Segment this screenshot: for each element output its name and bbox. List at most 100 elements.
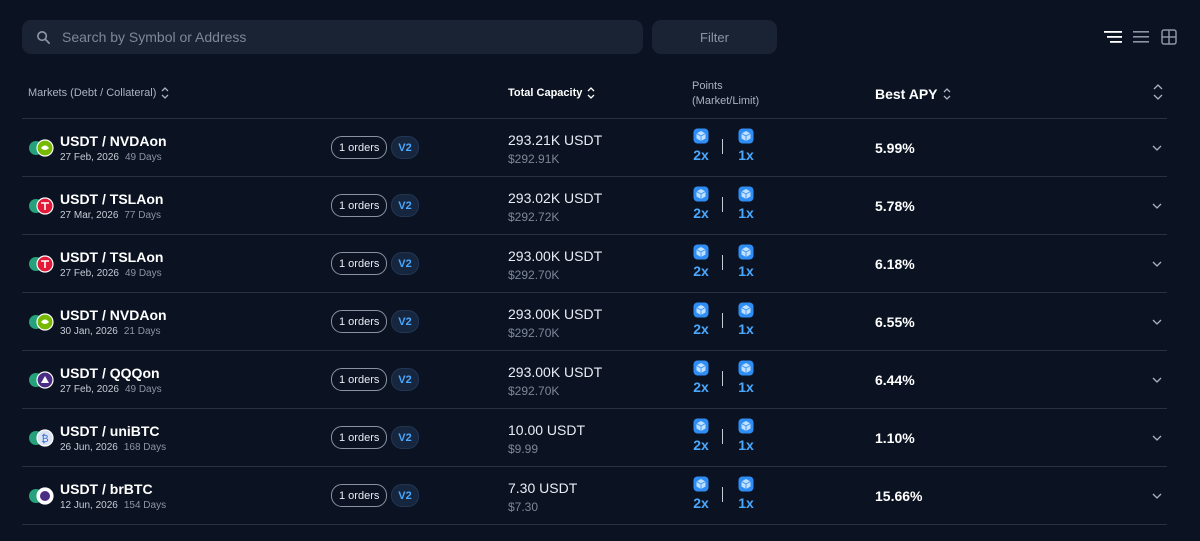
table-row[interactable]: USDT / NVDAon 30 Jan, 2026 21 Days 1 orders…: [22, 293, 1167, 351]
points-market-multiplier: 2x: [693, 495, 709, 511]
points-divider: [722, 197, 723, 212]
orders-badge[interactable]: 1 orders: [331, 252, 388, 275]
orders-badge[interactable]: 1 orders: [331, 368, 388, 391]
expand-collapse-icon: [1153, 84, 1163, 100]
capacity-usd: $292.70K: [508, 268, 560, 282]
brbtc-token-icon: [29, 487, 54, 505]
maturity-date: 30 Jan, 2026: [60, 326, 118, 337]
column-points-sublabel: (Market/Limit): [692, 95, 760, 107]
view-toggle: [1104, 28, 1178, 46]
best-apy: 6.44%: [875, 372, 915, 388]
nvidia-token-icon: [29, 313, 54, 331]
points-market-multiplier: 2x: [693, 437, 709, 453]
points-cube-icon: [693, 476, 709, 492]
points-limit-multiplier: 1x: [738, 379, 754, 395]
unibtc-token-icon: ₿: [29, 429, 54, 447]
points-limit-multiplier: 1x: [738, 437, 754, 453]
points-cube-icon: [693, 360, 709, 376]
column-markets[interactable]: Markets (Debt / Collateral): [28, 86, 169, 100]
capacity-usd: $292.91K: [508, 152, 560, 166]
orders-badge[interactable]: 1 orders: [331, 310, 388, 333]
table-row[interactable]: USDT / QQQon 27 Feb, 2026 49 Days 1 orders V…: [22, 351, 1167, 409]
chevron-down-icon[interactable]: [1151, 433, 1163, 443]
points-limit: 1x: [736, 418, 756, 453]
capacity-amount: 293.00K USDT: [508, 364, 603, 380]
search-box[interactable]: [22, 20, 643, 54]
points-limit: 1x: [736, 128, 756, 163]
points-limit: 1x: [736, 476, 756, 511]
points-market: 2x: [691, 302, 711, 337]
points-divider: [722, 139, 723, 154]
orders-badge[interactable]: 1 orders: [331, 484, 388, 507]
sort-icon: [587, 87, 595, 99]
chevron-down-icon[interactable]: [1151, 201, 1163, 211]
column-apy[interactable]: Best APY: [875, 86, 951, 102]
column-capacity[interactable]: Total Capacity: [508, 86, 595, 100]
days-remaining: 21 Days: [123, 326, 161, 337]
column-capacity-label: Total Capacity: [508, 87, 583, 99]
capacity-amount: 7.30 USDT: [508, 480, 578, 496]
days-remaining: 49 Days: [124, 384, 162, 395]
market-list: USDT / NVDAon 27 Feb, 2026 49 Days 1 orders…: [22, 119, 1167, 525]
maturity-date: 27 Mar, 2026: [60, 210, 119, 221]
best-apy: 1.10%: [875, 430, 915, 446]
orders-badge[interactable]: 1 orders: [331, 426, 388, 449]
table-row[interactable]: USDT / TSLAon 27 Mar, 2026 77 Days 1 orders…: [22, 177, 1167, 235]
orders-badge[interactable]: 1 orders: [331, 136, 388, 159]
points-limit-multiplier: 1x: [738, 263, 754, 279]
points-market-multiplier: 2x: [693, 205, 709, 221]
grid-icon[interactable]: [1160, 28, 1178, 46]
table-row[interactable]: ₿ USDT / uniBTC 26 Jun, 2026 168 Days 1 orde…: [22, 409, 1167, 467]
maturity-info: 27 Feb, 2026 49 Days: [60, 384, 162, 395]
points-cube-icon: [693, 128, 709, 144]
days-remaining: 49 Days: [124, 152, 162, 163]
filter-button[interactable]: Filter: [652, 20, 777, 54]
maturity-date: 27 Feb, 2026: [60, 152, 119, 163]
best-apy: 15.66%: [875, 488, 923, 504]
table-row[interactable]: USDT / TSLAon 27 Feb, 2026 49 Days 1 orders…: [22, 235, 1167, 293]
chevron-down-icon[interactable]: [1151, 317, 1163, 327]
sort-icon: [943, 88, 950, 100]
chevron-down-icon[interactable]: [1151, 143, 1163, 153]
column-points: Points (Market/Limit): [692, 79, 759, 109]
points-divider: [722, 255, 723, 270]
version-badge: V2: [391, 310, 419, 333]
points-cube-icon: [693, 302, 709, 318]
orders-badge[interactable]: 1 orders: [331, 194, 388, 217]
expand-all-button[interactable]: [1152, 82, 1164, 102]
chevron-down-icon[interactable]: [1151, 259, 1163, 269]
version-badge: V2: [391, 252, 419, 275]
table-header: Markets (Debt / Collateral) Total Capaci…: [22, 76, 1167, 119]
capacity-amount: 293.21K USDT: [508, 132, 603, 148]
chevron-down-icon[interactable]: [1151, 375, 1163, 385]
list-compact-icon[interactable]: [1132, 28, 1150, 46]
chevron-down-icon[interactable]: [1151, 491, 1163, 501]
points-market: 2x: [691, 244, 711, 279]
points-limit: 1x: [736, 302, 756, 337]
capacity-usd: $292.72K: [508, 210, 560, 224]
days-remaining: 168 Days: [123, 442, 167, 453]
points-market: 2x: [691, 128, 711, 163]
points-limit-multiplier: 1x: [738, 147, 754, 163]
toolbar: Filter: [22, 20, 1178, 54]
days-remaining: 77 Days: [124, 210, 162, 221]
market-pair: USDT / NVDAon: [60, 133, 167, 149]
days-remaining: 154 Days: [123, 500, 167, 511]
capacity-usd: $292.70K: [508, 326, 560, 340]
points-market: 2x: [691, 418, 711, 453]
table-row[interactable]: USDT / brBTC 12 Jun, 2026 154 Days 1 orders…: [22, 467, 1167, 525]
tesla-token-icon: [29, 197, 54, 215]
points-cube-icon: [738, 360, 754, 376]
maturity-date: 12 Jun, 2026: [60, 500, 118, 511]
table-row[interactable]: USDT / NVDAon 27 Feb, 2026 49 Days 1 orders…: [22, 119, 1167, 177]
maturity-info: 27 Feb, 2026 49 Days: [60, 268, 162, 279]
search-input[interactable]: [62, 29, 622, 45]
capacity-amount: 293.02K USDT: [508, 190, 603, 206]
version-badge: V2: [391, 136, 419, 159]
points-limit: 1x: [736, 186, 756, 221]
maturity-info: 27 Mar, 2026 77 Days: [60, 210, 161, 221]
list-detail-icon[interactable]: [1104, 28, 1122, 46]
market-pair: USDT / NVDAon: [60, 307, 167, 323]
tesla-token-icon: [29, 255, 54, 273]
best-apy: 6.18%: [875, 256, 915, 272]
